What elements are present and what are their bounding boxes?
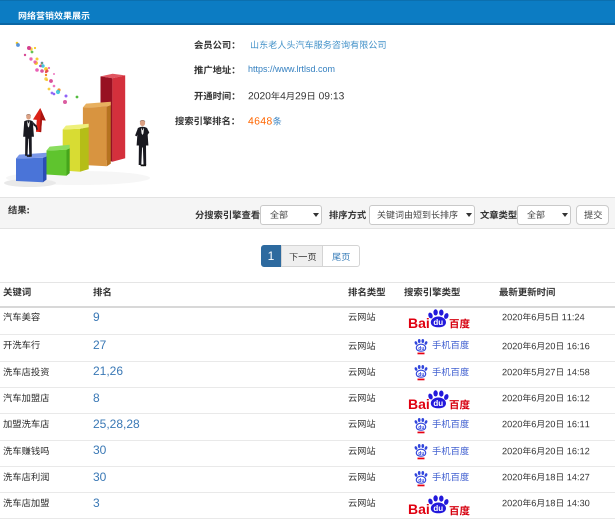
svg-text:Bai: Bai <box>408 501 430 517</box>
svg-text:du: du <box>418 346 424 352</box>
svg-text:du: du <box>433 399 443 408</box>
svg-text:du: du <box>418 372 424 378</box>
svg-text:Bai: Bai <box>408 315 430 331</box>
svg-text:Bai: Bai <box>408 396 430 412</box>
svg-text:du: du <box>433 504 443 513</box>
svg-text:du: du <box>433 318 443 327</box>
svg-text:du: du <box>418 425 424 431</box>
svg-text:du: du <box>418 477 424 483</box>
svg-text:du: du <box>418 451 424 457</box>
